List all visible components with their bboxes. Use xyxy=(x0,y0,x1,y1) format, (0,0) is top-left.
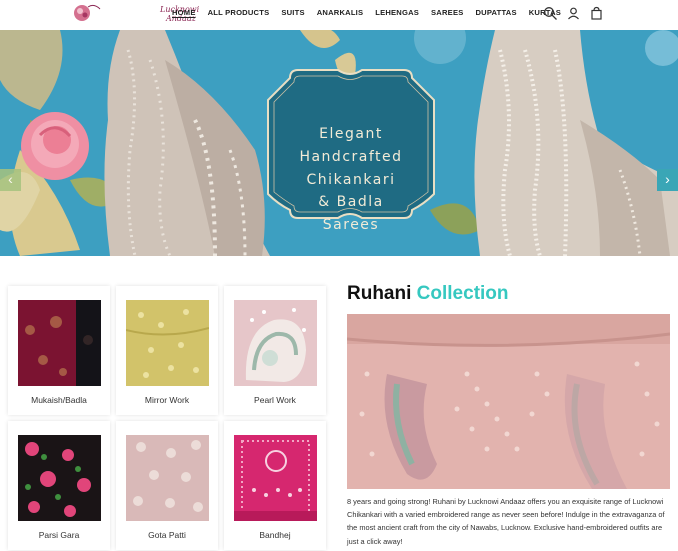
site-header: Lucknowi Andaaz HOME ALL PRODUCTS SUITS … xyxy=(0,0,678,30)
collection-fabric-image xyxy=(347,314,670,489)
nav-sarees[interactable]: SAREES xyxy=(431,8,463,17)
category-label: Mukaish/Badla xyxy=(31,395,87,405)
banner-next-button[interactable]: › xyxy=(657,169,678,191)
category-label: Pearl Work xyxy=(254,395,296,405)
cart-icon[interactable] xyxy=(589,6,604,21)
category-label: Bandhej xyxy=(259,530,291,540)
category-image xyxy=(18,435,101,521)
nav-lehengas[interactable]: LEHENGAS xyxy=(375,8,419,17)
collection-title: Ruhani Collection xyxy=(347,283,509,305)
category-tile[interactable]: Mirror Work xyxy=(116,286,218,415)
logo-icon xyxy=(74,4,101,21)
collection-title-accent: Collection xyxy=(416,283,509,304)
hero-banner[interactable]: Elegant Handcrafted Chikankari & Badla S… xyxy=(0,30,678,256)
banner-headline: Elegant Handcrafted Chikankari & Badla S… xyxy=(299,126,403,234)
category-image xyxy=(234,435,317,521)
nav-suits[interactable]: SUITS xyxy=(281,8,304,17)
header-icons xyxy=(543,6,604,21)
category-image xyxy=(126,435,209,521)
collection-image[interactable] xyxy=(347,314,670,489)
brand-logo[interactable]: Lucknowi Andaaz xyxy=(72,1,199,27)
nav-dupattas[interactable]: DUPATTAS xyxy=(475,8,516,17)
category-tile[interactable]: Pearl Work xyxy=(224,286,326,415)
category-label: Parsi Gara xyxy=(38,530,80,540)
collection-title-main: Ruhani xyxy=(347,283,412,304)
main-nav: HOME ALL PRODUCTS SUITS ANARKALIS LEHENG… xyxy=(172,8,573,17)
banner-prev-button[interactable]: ‹ xyxy=(0,169,21,191)
nav-anarkalis[interactable]: ANARKALIS xyxy=(317,8,364,17)
account-icon[interactable] xyxy=(566,6,581,21)
collection-description: 8 years and going strong! Ruhani by Luck… xyxy=(347,497,665,546)
category-image xyxy=(234,300,317,386)
nav-home[interactable]: HOME xyxy=(172,8,196,17)
category-tile[interactable]: Gota Patti xyxy=(116,421,218,550)
category-image xyxy=(126,300,209,386)
category-tile[interactable]: Mukaish/Badla xyxy=(8,286,110,415)
category-tile[interactable]: Bandhej xyxy=(224,421,326,550)
nav-all-products[interactable]: ALL PRODUCTS xyxy=(208,8,270,17)
category-label: Gota Patti xyxy=(148,530,186,540)
chevron-right-icon: › xyxy=(665,171,670,187)
category-tile[interactable]: Parsi Gara xyxy=(8,421,110,550)
chevron-left-icon: ‹ xyxy=(8,171,13,187)
category-label: Mirror Work xyxy=(144,395,190,405)
search-icon[interactable] xyxy=(543,6,558,21)
category-image xyxy=(18,300,101,386)
